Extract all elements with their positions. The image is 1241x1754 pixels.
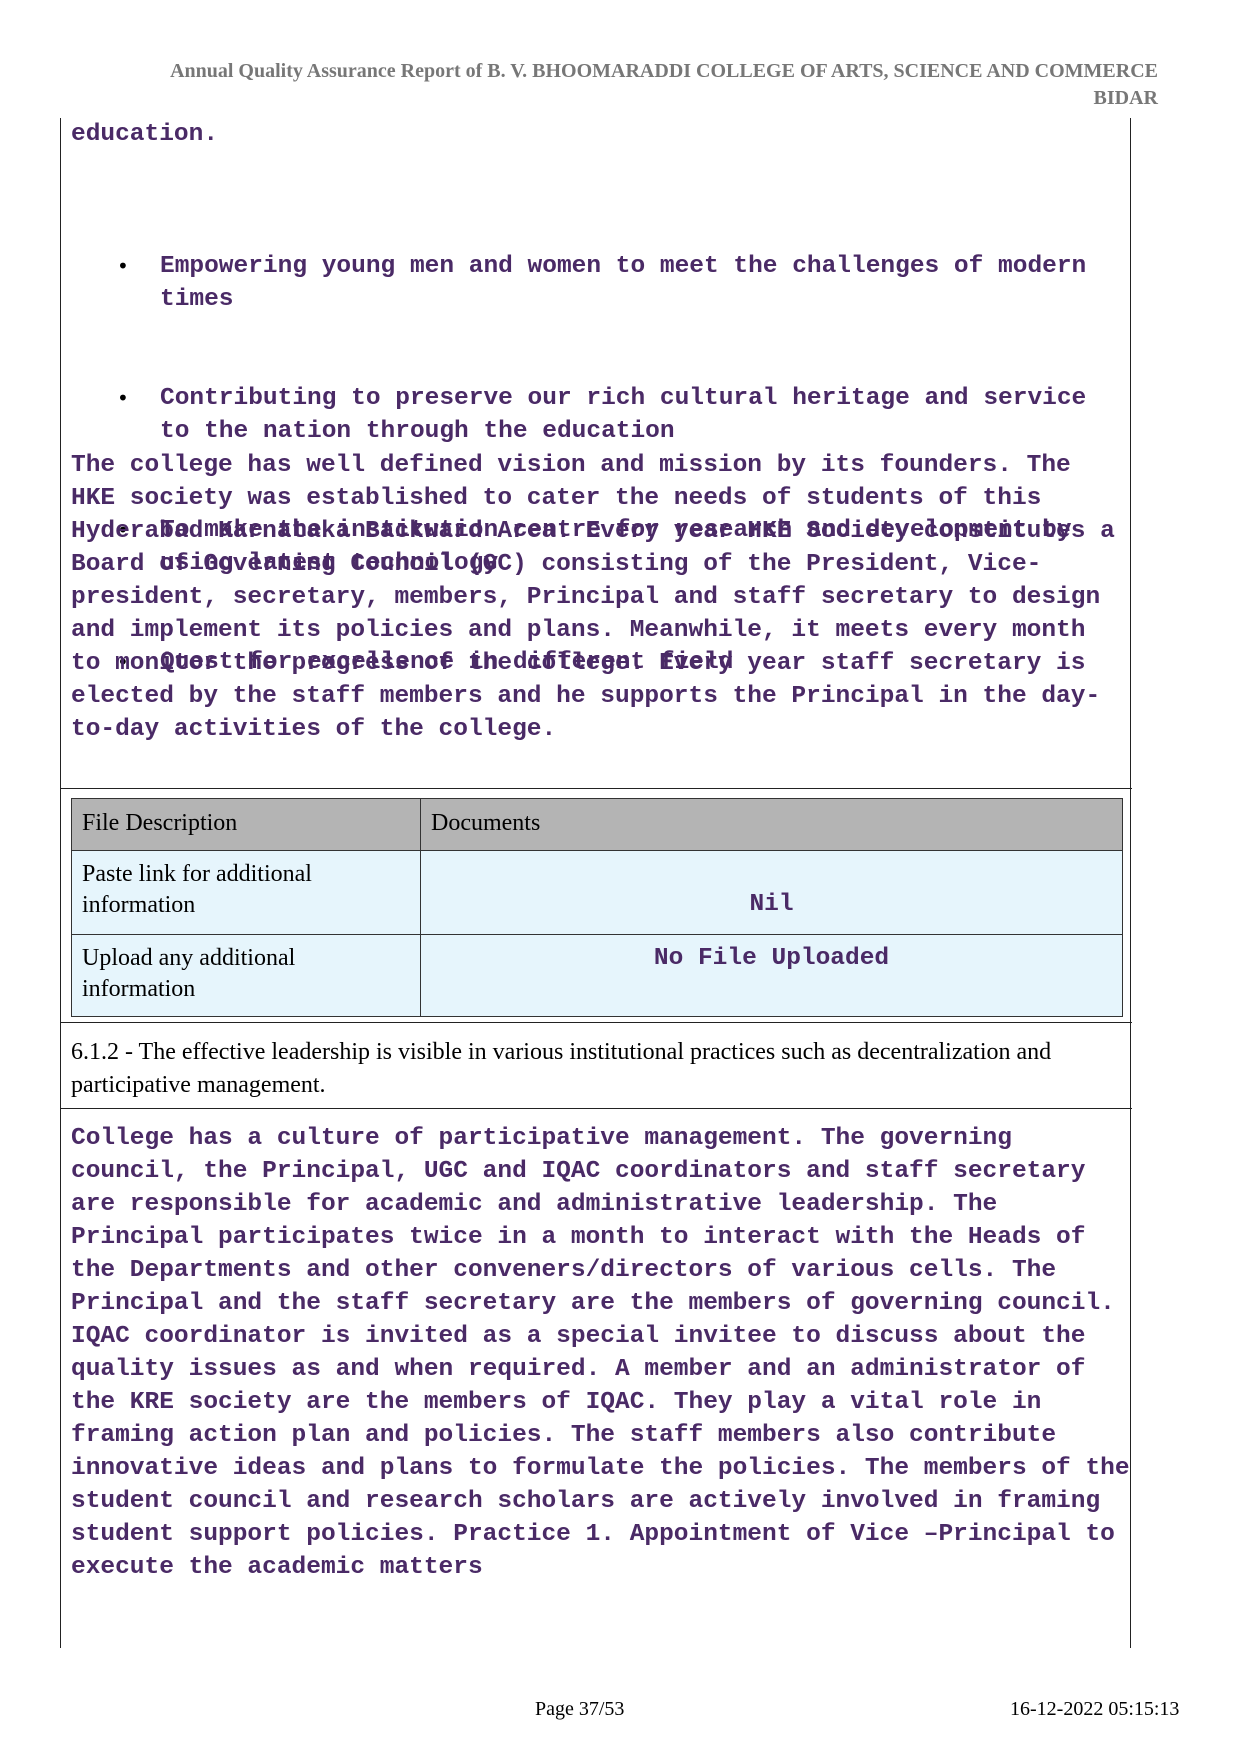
timestamp: 16-12-2022 05:15:13 [1010, 1698, 1180, 1720]
document-link[interactable]: No File Uploaded [420, 934, 1123, 1017]
divider [61, 1022, 1132, 1023]
divider [61, 1108, 1132, 1109]
continued-text: education. [71, 121, 219, 148]
file-description-cell: Upload any additional information [71, 934, 421, 1017]
column-header: File Description [71, 798, 421, 851]
report-header: Annual Quality Assurance Report of B. V.… [100, 58, 1158, 112]
file-description-table: File Description Documents Paste link fo… [71, 798, 1123, 1017]
table-header-row: File Description Documents [71, 798, 1123, 851]
list-item: • Contributing to preserve our rich cultu… [117, 382, 1097, 448]
leadership-paragraph: College has a culture of participative m… [71, 1125, 1145, 1581]
header-city: BIDAR [1093, 87, 1158, 109]
column-header: Documents [420, 798, 1123, 851]
document-link[interactable]: Nil [420, 850, 1123, 935]
divider [61, 788, 1132, 789]
vision-paragraph: The college has well defined vision and … [71, 452, 1130, 743]
header-title: Annual Quality Assurance Report of B. V.… [170, 60, 1158, 82]
content-frame: education. • Empowering young men and wom… [60, 118, 1145, 1648]
question-text: 6.1.2 - The effective leadership is visi… [71, 1039, 1052, 1098]
table-row: Paste link for additional information Ni… [71, 850, 1123, 935]
page-number: Page 37/53 [535, 1698, 625, 1720]
bullet-icon: • [117, 254, 129, 278]
list-item: • Empowering young men and women to meet … [117, 250, 1097, 316]
file-description-cell: Paste link for additional information [71, 850, 421, 935]
bullet-icon: • [117, 386, 129, 410]
table-row: Upload any additional information No Fil… [71, 934, 1123, 1017]
